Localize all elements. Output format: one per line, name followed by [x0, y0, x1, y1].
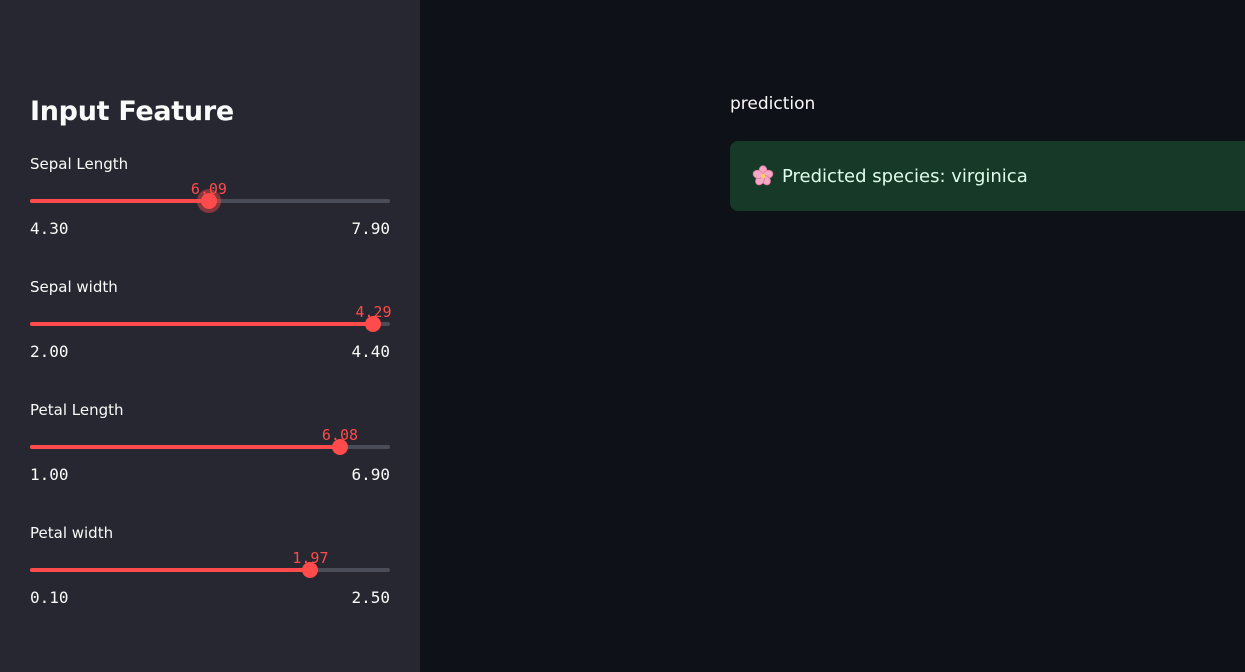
slider-max: 6.90: [351, 465, 390, 484]
slider-track[interactable]: [30, 439, 390, 455]
prediction-heading: prediction: [730, 94, 816, 114]
slider-sepal-length: Sepal Length 6.09 4.30 7.90: [30, 155, 390, 255]
slider-label: Petal width: [30, 524, 114, 542]
slider-label: Petal Length: [30, 401, 124, 419]
slider-petal-width: Petal width 1.97 0.10 2.50: [30, 524, 390, 624]
success-alert: Predicted species: virginica: [730, 141, 1245, 211]
cherry-blossom-icon: [752, 165, 774, 187]
slider-track[interactable]: [30, 316, 390, 332]
sidebar: Input Feature Sepal Length 6.09 4.30 7.9…: [0, 0, 420, 672]
prediction-text: Predicted species: virginica: [782, 165, 1028, 187]
main-content: prediction Predicted species: virginica: [420, 0, 1245, 672]
slider-label: Sepal width: [30, 278, 118, 296]
slider-fill: [30, 199, 209, 203]
slider-max: 7.90: [351, 219, 390, 238]
slider-thumb[interactable]: [302, 562, 319, 578]
slider-fill: [30, 322, 374, 326]
slider-max: 2.50: [351, 588, 390, 607]
slider-sepal-width: Sepal width 4.29 2.00 4.40: [30, 278, 392, 378]
slider-min: 2.00: [30, 342, 69, 361]
sidebar-title: Input Feature: [30, 96, 234, 127]
slider-thumb[interactable]: [200, 193, 217, 209]
slider-thumb[interactable]: [331, 439, 348, 455]
slider-track[interactable]: [30, 562, 390, 578]
slider-track[interactable]: [30, 193, 390, 209]
slider-thumb[interactable]: [365, 316, 382, 332]
slider-fill: [30, 445, 340, 449]
slider-label: Sepal Length: [30, 155, 129, 173]
slider-min: 0.10: [30, 588, 69, 607]
slider-max: 4.40: [351, 342, 390, 361]
slider-petal-length: Petal Length 6.08 1.00 6.90: [30, 401, 390, 501]
slider-min: 1.00: [30, 465, 69, 484]
slider-fill: [30, 568, 311, 572]
slider-min: 4.30: [30, 219, 69, 238]
